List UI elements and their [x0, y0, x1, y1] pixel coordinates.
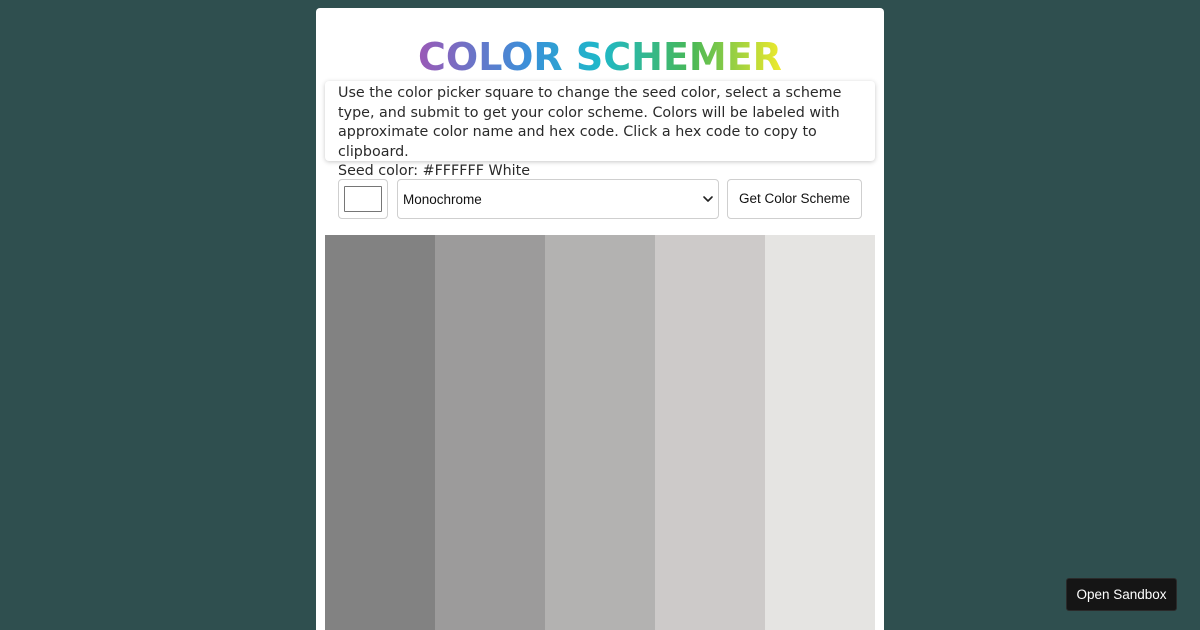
- scheme-color-2[interactable]: [435, 235, 545, 630]
- color-scheme-strip: [325, 235, 875, 630]
- instructions-text: Use the color picker square to change th…: [338, 85, 842, 160]
- instructions-panel: Use the color picker square to change th…: [325, 81, 875, 179]
- get-color-scheme-button[interactable]: Get Color Scheme: [727, 179, 862, 219]
- scheme-color-1[interactable]: [325, 235, 435, 630]
- controls-row: Monochrome Get Color Scheme: [338, 179, 862, 219]
- scheme-type-select[interactable]: Monochrome: [397, 179, 719, 219]
- chevron-down-icon: [703, 196, 713, 202]
- seed-color-picker[interactable]: [338, 179, 388, 219]
- scheme-type-value: Monochrome: [403, 192, 482, 207]
- scheme-color-5[interactable]: [765, 235, 875, 630]
- scheme-color-3[interactable]: [545, 235, 655, 630]
- seed-color-swatch[interactable]: [344, 186, 382, 212]
- app-card: COLOR SCHEMER Use the color picker squar…: [316, 8, 884, 630]
- app-title: COLOR SCHEMER: [418, 35, 782, 79]
- scheme-color-4[interactable]: [655, 235, 765, 630]
- open-sandbox-button[interactable]: Open Sandbox: [1066, 578, 1177, 611]
